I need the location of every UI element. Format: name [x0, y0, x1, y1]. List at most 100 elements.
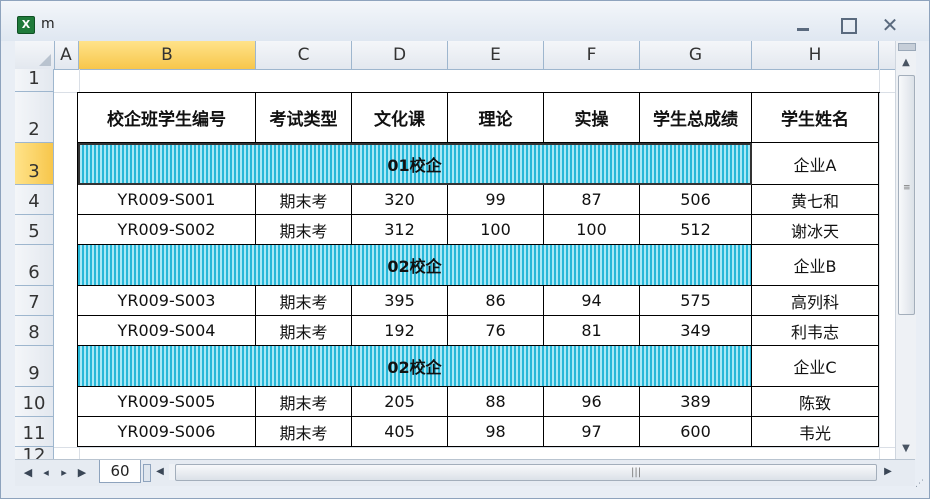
table-cell[interactable]: 405	[352, 417, 448, 447]
table-cell[interactable]: 期末考	[256, 215, 352, 245]
table-cell[interactable]: 96	[544, 387, 640, 417]
table-cell[interactable]: YR009-S002	[78, 215, 256, 245]
table-cell[interactable]: 389	[640, 387, 752, 417]
table-cell[interactable]: 575	[640, 286, 752, 316]
grip-icon: ≡	[903, 183, 911, 193]
table-cell[interactable]: 320	[352, 185, 448, 215]
table-cell[interactable]: 期末考	[256, 316, 352, 346]
close-icon[interactable]: ✕	[877, 14, 903, 36]
table-cell[interactable]: 349	[640, 316, 752, 346]
header-cell-name[interactable]: 学生姓名	[752, 93, 879, 143]
horizontal-scroll-thumb[interactable]: |||	[175, 464, 877, 481]
header-cell-theory[interactable]: 理论	[448, 93, 544, 143]
spreadsheet-grid[interactable]: A B C D E F G H 1 2 3 4 5 6 7 8 9 10 11 …	[15, 41, 895, 459]
vertical-scrollbar[interactable]: ▲ ≡ ▼	[895, 41, 916, 459]
row-header-1[interactable]: 1	[15, 68, 54, 92]
table-cell[interactable]: 395	[352, 286, 448, 316]
header-cell-total[interactable]: 学生总成绩	[640, 93, 752, 143]
column-header-h[interactable]: H	[752, 41, 879, 69]
row-header-5[interactable]: 5	[15, 215, 54, 245]
table-cell[interactable]: 81	[544, 316, 640, 346]
table-cell[interactable]: 97	[544, 417, 640, 447]
table-cell[interactable]: 100	[448, 215, 544, 245]
column-header-e[interactable]: E	[448, 41, 544, 69]
table-cell[interactable]: 韦光	[752, 417, 879, 447]
table-cell[interactable]: 94	[544, 286, 640, 316]
table-cell[interactable]: YR009-S004	[78, 316, 256, 346]
header-cell-id[interactable]: 校企班学生编号	[78, 93, 256, 143]
merged-band-cell[interactable]: 02校企	[78, 245, 752, 286]
table-cell[interactable]: 谢冰天	[752, 215, 879, 245]
table-cell[interactable]: 陈致	[752, 387, 879, 417]
column-header-b[interactable]: B	[79, 41, 256, 69]
table-cell[interactable]: YR009-S006	[78, 417, 256, 447]
window-title: m	[41, 16, 55, 32]
tab-split-handle[interactable]	[143, 464, 151, 482]
table-cell[interactable]: 高列科	[752, 286, 879, 316]
table-cell[interactable]: 87	[544, 185, 640, 215]
column-header-d[interactable]: D	[352, 41, 448, 69]
header-cell-culture[interactable]: 文化课	[352, 93, 448, 143]
enterprise-cell[interactable]: 企业C	[752, 346, 879, 387]
table-cell[interactable]: 205	[352, 387, 448, 417]
table-cell[interactable]: 期末考	[256, 387, 352, 417]
first-sheet-icon[interactable]: ◀	[21, 465, 35, 481]
table-cell[interactable]: YR009-S003	[78, 286, 256, 316]
row-header-12[interactable]: 12	[15, 445, 54, 459]
header-cell-type[interactable]: 考试类型	[256, 93, 352, 143]
row-header-6[interactable]: 6	[15, 245, 54, 286]
minimize-icon[interactable]	[789, 14, 815, 36]
table-cell[interactable]: 期末考	[256, 185, 352, 215]
table-cell[interactable]: YR009-S005	[78, 387, 256, 417]
table-cell[interactable]: 600	[640, 417, 752, 447]
table-cell[interactable]: YR009-S001	[78, 185, 256, 215]
merged-band-cell[interactable]: 01校企	[78, 143, 752, 185]
table-cell[interactable]: 192	[352, 316, 448, 346]
table-cell[interactable]: 98	[448, 417, 544, 447]
column-header-row: A B C D E F G H	[15, 41, 895, 70]
vertical-scroll-thumb[interactable]: ≡	[898, 75, 915, 315]
row-header-3[interactable]: 3	[15, 143, 54, 185]
scroll-up-icon[interactable]: ▲	[898, 55, 914, 71]
sheet-tab[interactable]: 60	[99, 460, 141, 483]
table-cell[interactable]: 506	[640, 185, 752, 215]
table-cell[interactable]: 88	[448, 387, 544, 417]
scroll-right-icon[interactable]: ▶	[881, 464, 895, 480]
row-header-7[interactable]: 7	[15, 286, 54, 316]
prev-sheet-icon[interactable]: ◂	[39, 465, 53, 481]
maximize-icon[interactable]	[835, 14, 861, 36]
scroll-down-icon[interactable]: ▼	[898, 441, 914, 457]
row-header-8[interactable]: 8	[15, 316, 54, 346]
table-cell[interactable]: 100	[544, 215, 640, 245]
next-sheet-icon[interactable]: ▸	[57, 465, 71, 481]
row-header-11[interactable]: 11	[15, 417, 54, 447]
merged-band-cell[interactable]: 02校企	[78, 346, 752, 387]
row-header-2[interactable]: 2	[15, 92, 54, 143]
column-header-a[interactable]: A	[54, 41, 79, 69]
table-cell[interactable]: 312	[352, 215, 448, 245]
scroll-left-icon[interactable]: ◀	[153, 464, 167, 480]
resize-grip-icon[interactable]: ⋰	[915, 479, 927, 491]
table-cell[interactable]: 期末考	[256, 286, 352, 316]
table-cell[interactable]: 76	[448, 316, 544, 346]
header-cell-practice[interactable]: 实操	[544, 93, 640, 143]
table-cell[interactable]: 利韦志	[752, 316, 879, 346]
row-header-9[interactable]: 9	[15, 346, 54, 387]
enterprise-cell[interactable]: 企业B	[752, 245, 879, 286]
table-cell[interactable]: 512	[640, 215, 752, 245]
table-cell[interactable]: 99	[448, 185, 544, 215]
row-header-4[interactable]: 4	[15, 185, 54, 215]
table-cell[interactable]: 86	[448, 286, 544, 316]
column-header-c[interactable]: C	[256, 41, 352, 69]
column-header-f[interactable]: F	[544, 41, 640, 69]
select-all-corner[interactable]	[15, 41, 55, 69]
table-cell[interactable]: 期末考	[256, 417, 352, 447]
split-handle[interactable]	[898, 43, 916, 51]
excel-icon: X	[17, 16, 35, 34]
row-header-10[interactable]: 10	[15, 387, 54, 417]
table-cell[interactable]: 黄七和	[752, 185, 879, 215]
enterprise-cell[interactable]: 企业A	[752, 143, 879, 185]
last-sheet-icon[interactable]: ▶	[75, 465, 89, 481]
column-header-g[interactable]: G	[640, 41, 752, 69]
grip-icon: |||	[631, 467, 642, 478]
